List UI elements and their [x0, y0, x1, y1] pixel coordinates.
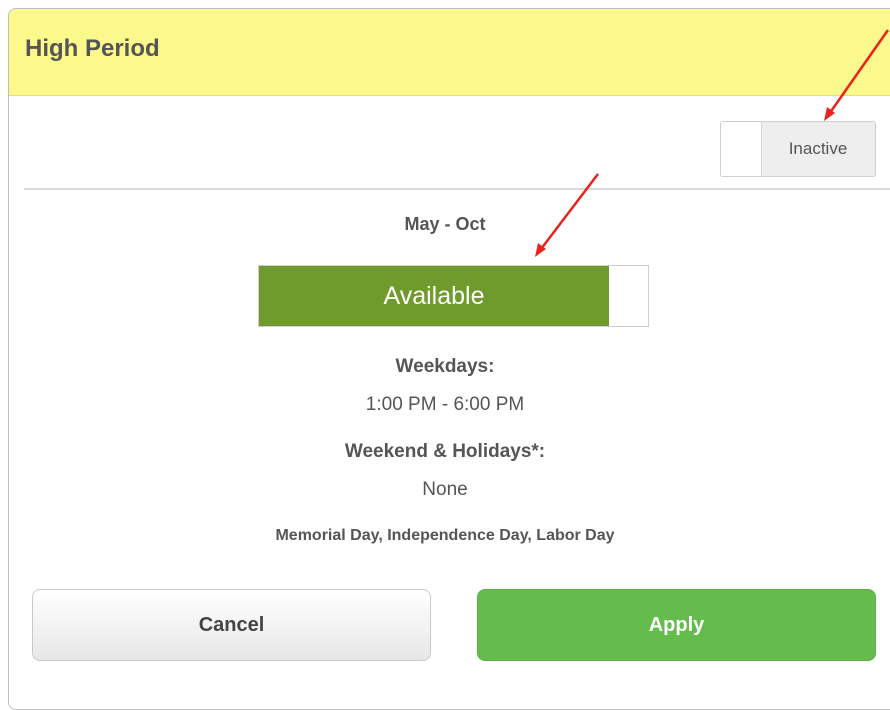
- section-divider: [24, 188, 890, 190]
- availability-label: Available: [383, 282, 485, 310]
- availability-toggle[interactable]: Available: [258, 265, 649, 327]
- weekend-holidays-hours: None: [422, 479, 468, 500]
- toggle-knob[interactable]: [721, 122, 762, 176]
- dialog-header: High Period: [9, 9, 890, 96]
- cancel-button[interactable]: Cancel: [32, 589, 431, 661]
- active-toggle[interactable]: Inactive: [720, 121, 876, 177]
- season-range: May - Oct: [404, 214, 486, 234]
- weekdays-label: Weekdays:: [395, 356, 495, 377]
- holidays-note: Memorial Day, Independence Day, Labor Da…: [275, 527, 615, 544]
- dialog-title: High Period: [25, 35, 160, 62]
- apply-button[interactable]: Apply: [477, 589, 876, 661]
- weekend-holidays-label: Weekend & Holidays*:: [344, 441, 546, 462]
- toggle-label: Inactive: [788, 139, 848, 158]
- weekdays-hours: 1:00 PM - 6:00 PM: [365, 394, 525, 415]
